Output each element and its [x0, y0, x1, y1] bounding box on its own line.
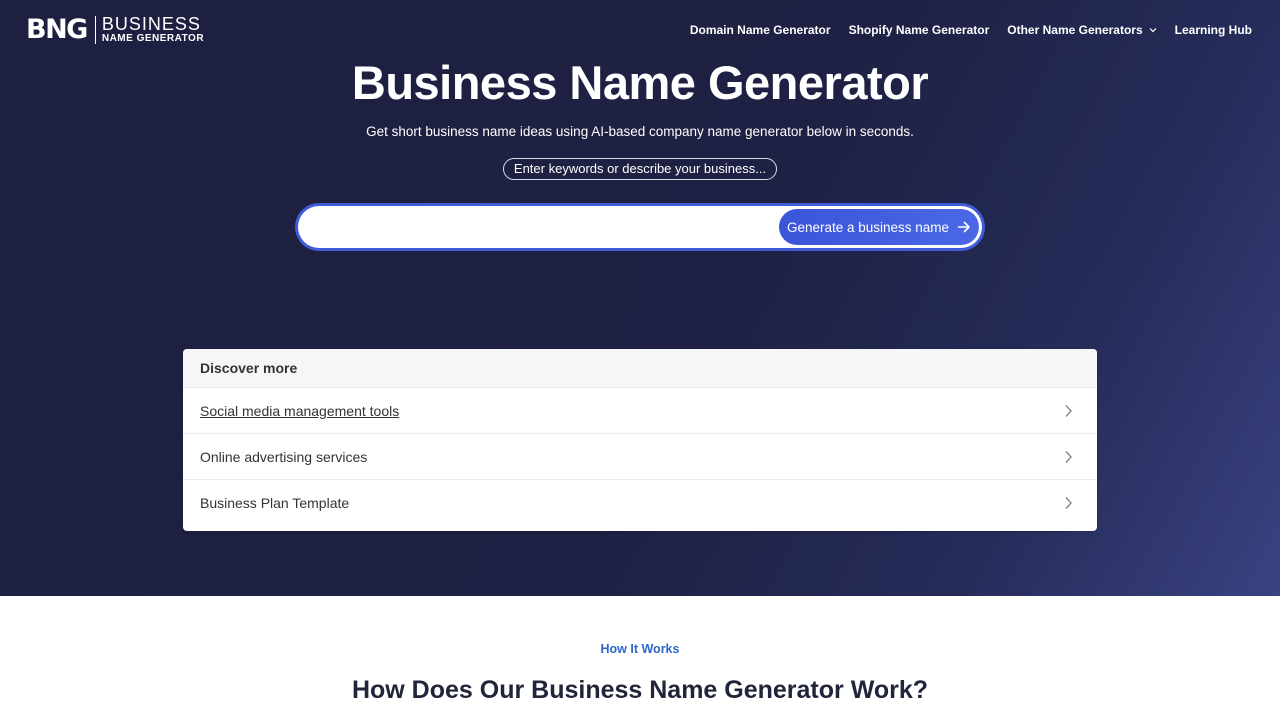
logo-wordmark: BUSINESS NAME GENERATOR — [102, 15, 204, 45]
nav-learning-hub[interactable]: Learning Hub — [1175, 22, 1252, 38]
generate-button-label: Generate a business name — [786, 219, 950, 235]
discover-more-card: Discover more Social media management to… — [183, 349, 1097, 531]
arrow-right-icon — [957, 221, 970, 233]
nav-label: Shopify Name Generator — [848, 23, 990, 37]
nav-other-name-generators[interactable]: Other Name Generators — [1007, 22, 1157, 38]
hero-section: BNG BUSINESS NAME GENERATOR Domain Name … — [0, 0, 1280, 596]
discover-more-heading: Discover more — [183, 349, 1097, 387]
nav-label: Other Name Generators — [1007, 23, 1143, 37]
search-bar: Generate a business name — [295, 203, 985, 251]
discover-item-online-advertising[interactable]: Online advertising services — [183, 433, 1097, 479]
chevron-right-icon — [1065, 404, 1072, 417]
how-it-works-tag: How It Works — [600, 642, 680, 656]
discover-item-label: Social media management tools — [200, 402, 400, 419]
nav-label: Domain Name Generator — [689, 23, 831, 37]
keyword-hint: Enter keywords or describe your business… — [503, 158, 777, 180]
chevron-right-icon — [1065, 450, 1072, 463]
chevron-right-icon — [1065, 496, 1072, 509]
logo-divider — [94, 16, 96, 44]
discover-item-label: Online advertising services — [200, 448, 368, 465]
logo-line-2: NAME GENERATOR — [101, 33, 205, 44]
page-title: Business Name Generator — [351, 56, 929, 109]
discover-item-business-plan-template[interactable]: Business Plan Template — [183, 479, 1097, 525]
logo-line-1: BUSINESS — [101, 14, 201, 34]
site-logo[interactable]: BNG BUSINESS NAME GENERATOR — [26, 15, 204, 45]
logo-mark: BNG — [26, 14, 88, 45]
discover-item-label: Business Plan Template — [200, 494, 350, 511]
nav-domain-name-generator[interactable]: Domain Name Generator — [690, 22, 831, 38]
chevron-down-icon — [1149, 28, 1157, 33]
nav-label: Learning Hub — [1174, 23, 1252, 37]
main-nav: Domain Name Generator Shopify Name Gener… — [672, 22, 1252, 38]
business-keywords-input[interactable] — [316, 206, 766, 248]
how-it-works-title: How Does Our Business Name Generator Wor… — [351, 676, 929, 704]
discover-item-social-media-tools[interactable]: Social media management tools — [183, 387, 1097, 433]
search-bar-inner: Generate a business name — [298, 206, 982, 248]
nav-shopify-name-generator[interactable]: Shopify Name Generator — [849, 22, 990, 38]
page-subtitle: Get short business name ideas using AI-b… — [366, 124, 914, 139]
generate-business-name-button[interactable]: Generate a business name — [779, 209, 979, 245]
